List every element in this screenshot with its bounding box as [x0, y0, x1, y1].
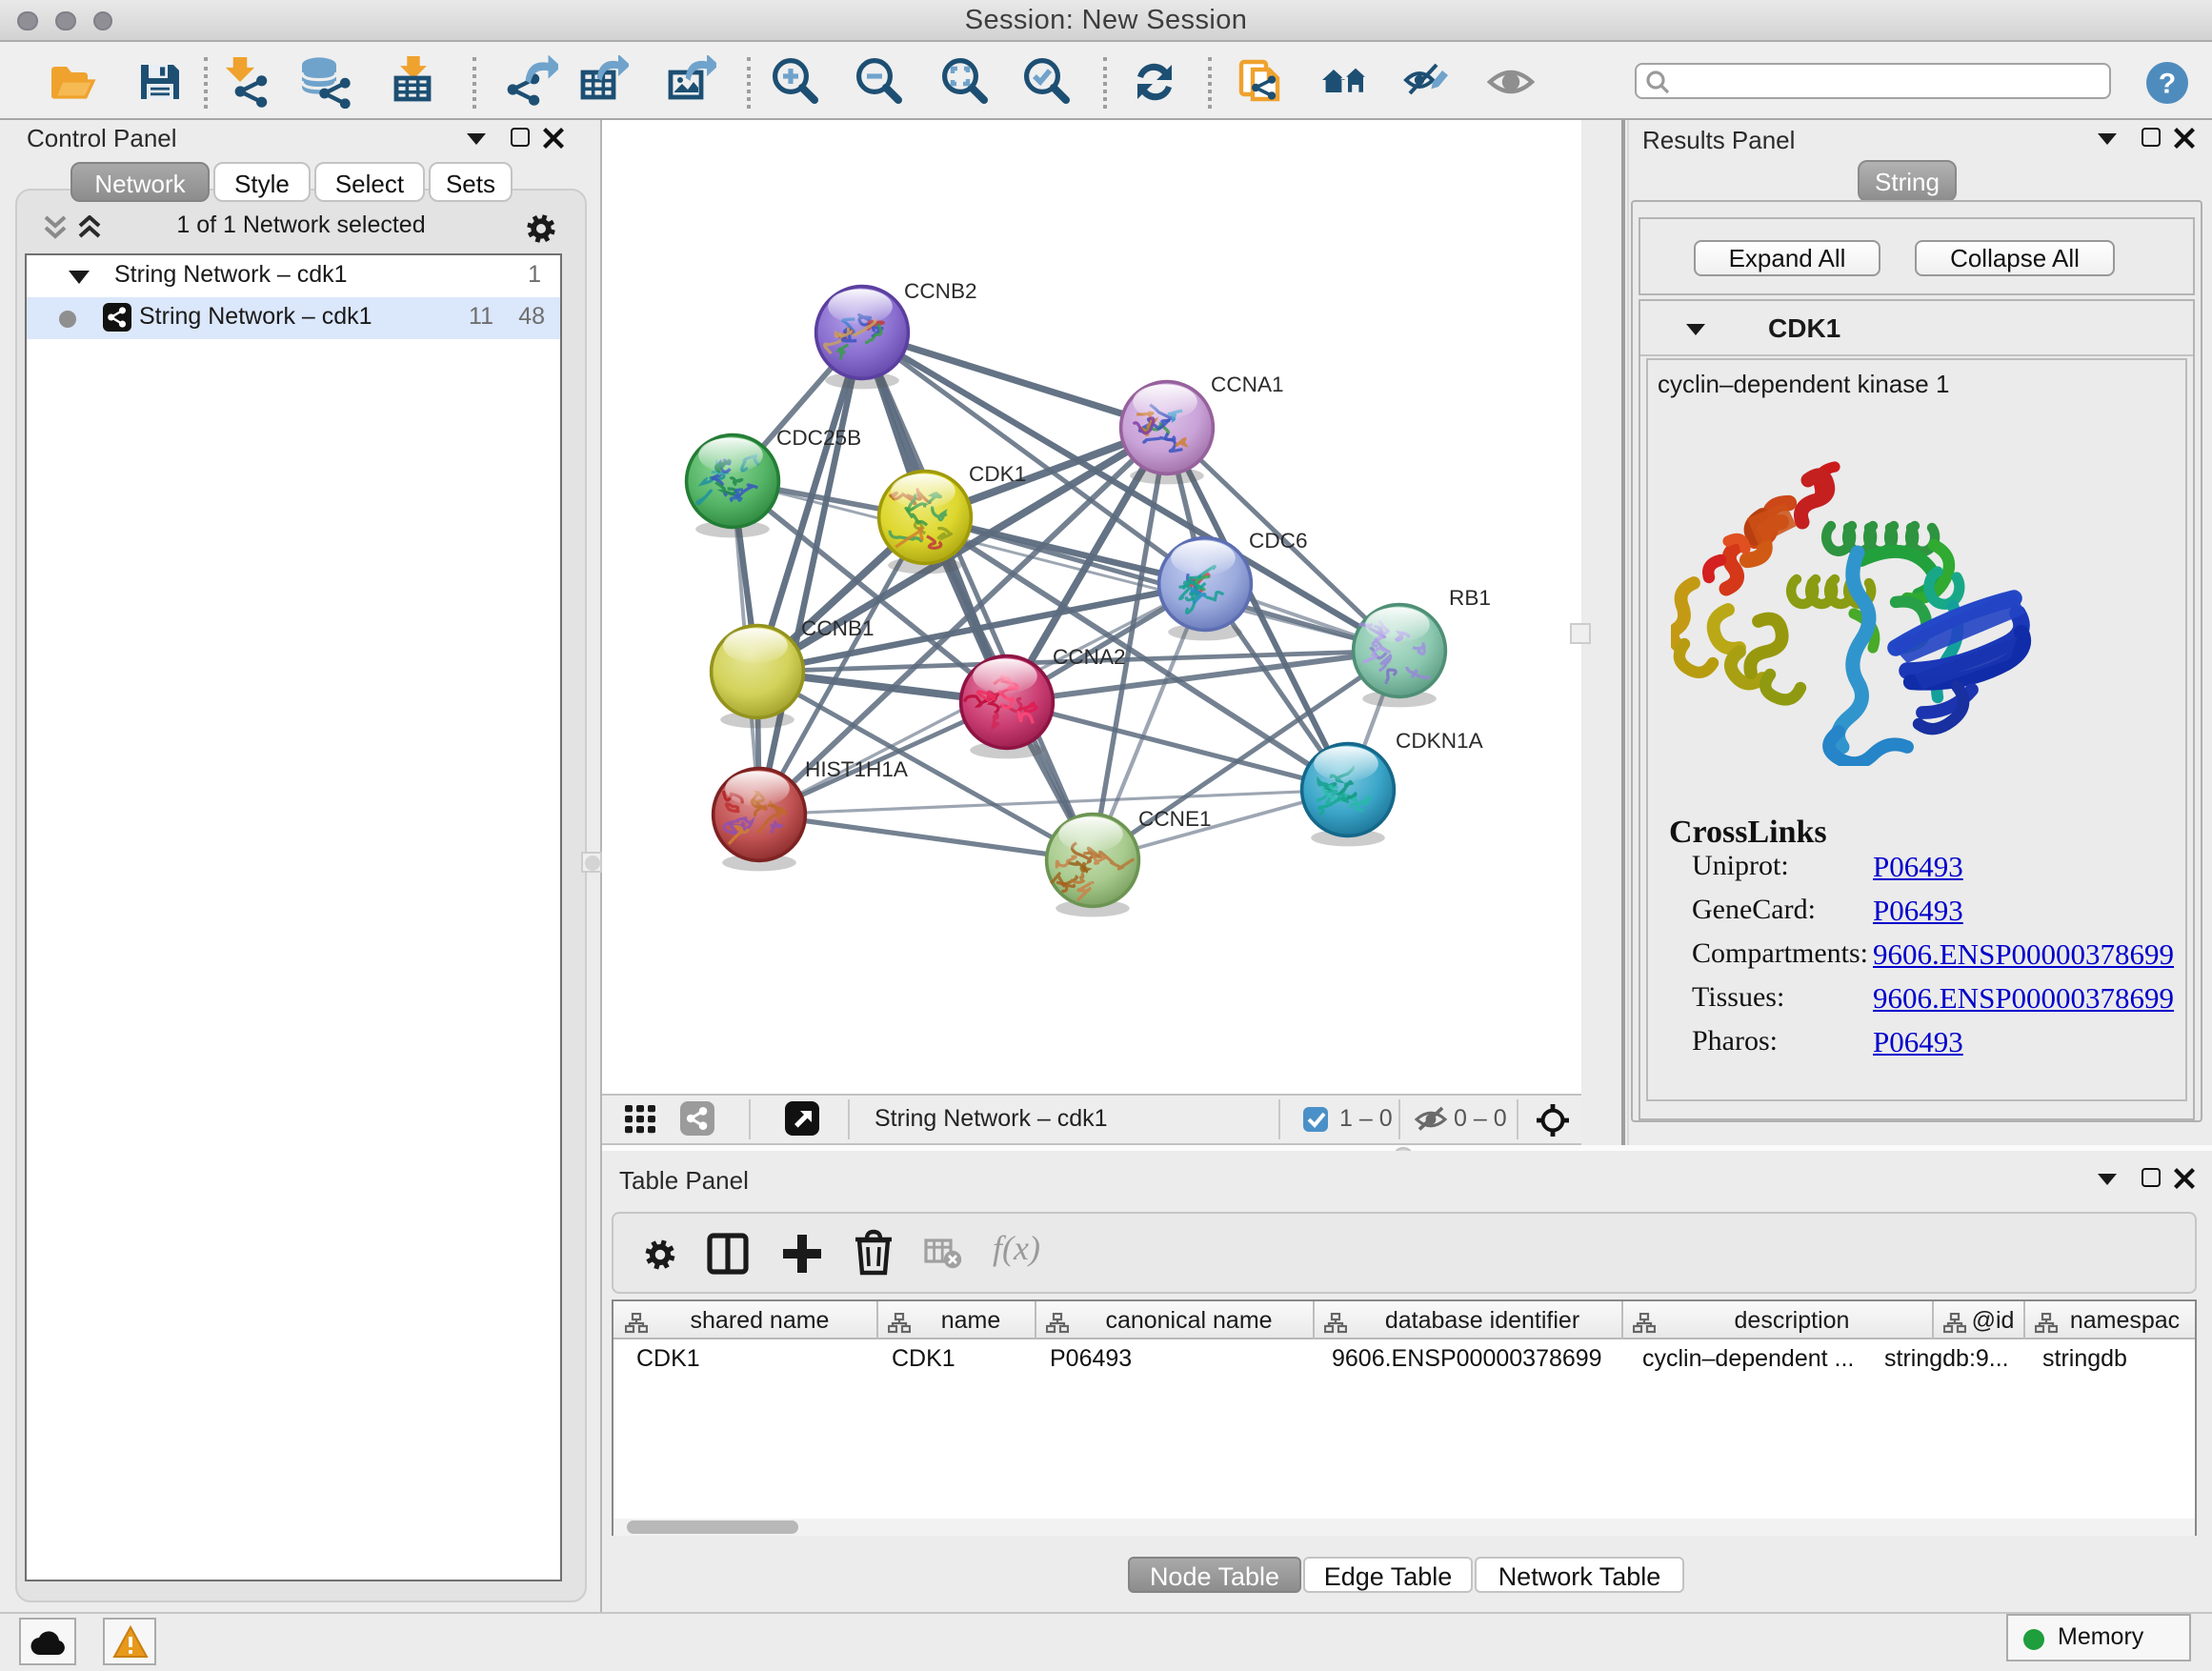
- svg-text:CCNA2: CCNA2: [1053, 645, 1126, 669]
- svg-text:CCNB2: CCNB2: [904, 279, 977, 303]
- svg-text:CCNB1: CCNB1: [801, 616, 875, 640]
- svg-text:CCNA1: CCNA1: [1211, 372, 1284, 396]
- svg-text:CCNE1: CCNE1: [1138, 807, 1212, 831]
- svg-text:HIST1H1A: HIST1H1A: [805, 757, 909, 781]
- svg-text:?: ?: [2159, 69, 2176, 100]
- svg-text:RB1: RB1: [1449, 586, 1491, 610]
- svg-text:CDC25B: CDC25B: [776, 426, 861, 450]
- svg-text:CDKN1A: CDKN1A: [1396, 729, 1484, 753]
- svg-text:CDC6: CDC6: [1249, 529, 1308, 553]
- svg-text:CDK1: CDK1: [969, 462, 1026, 486]
